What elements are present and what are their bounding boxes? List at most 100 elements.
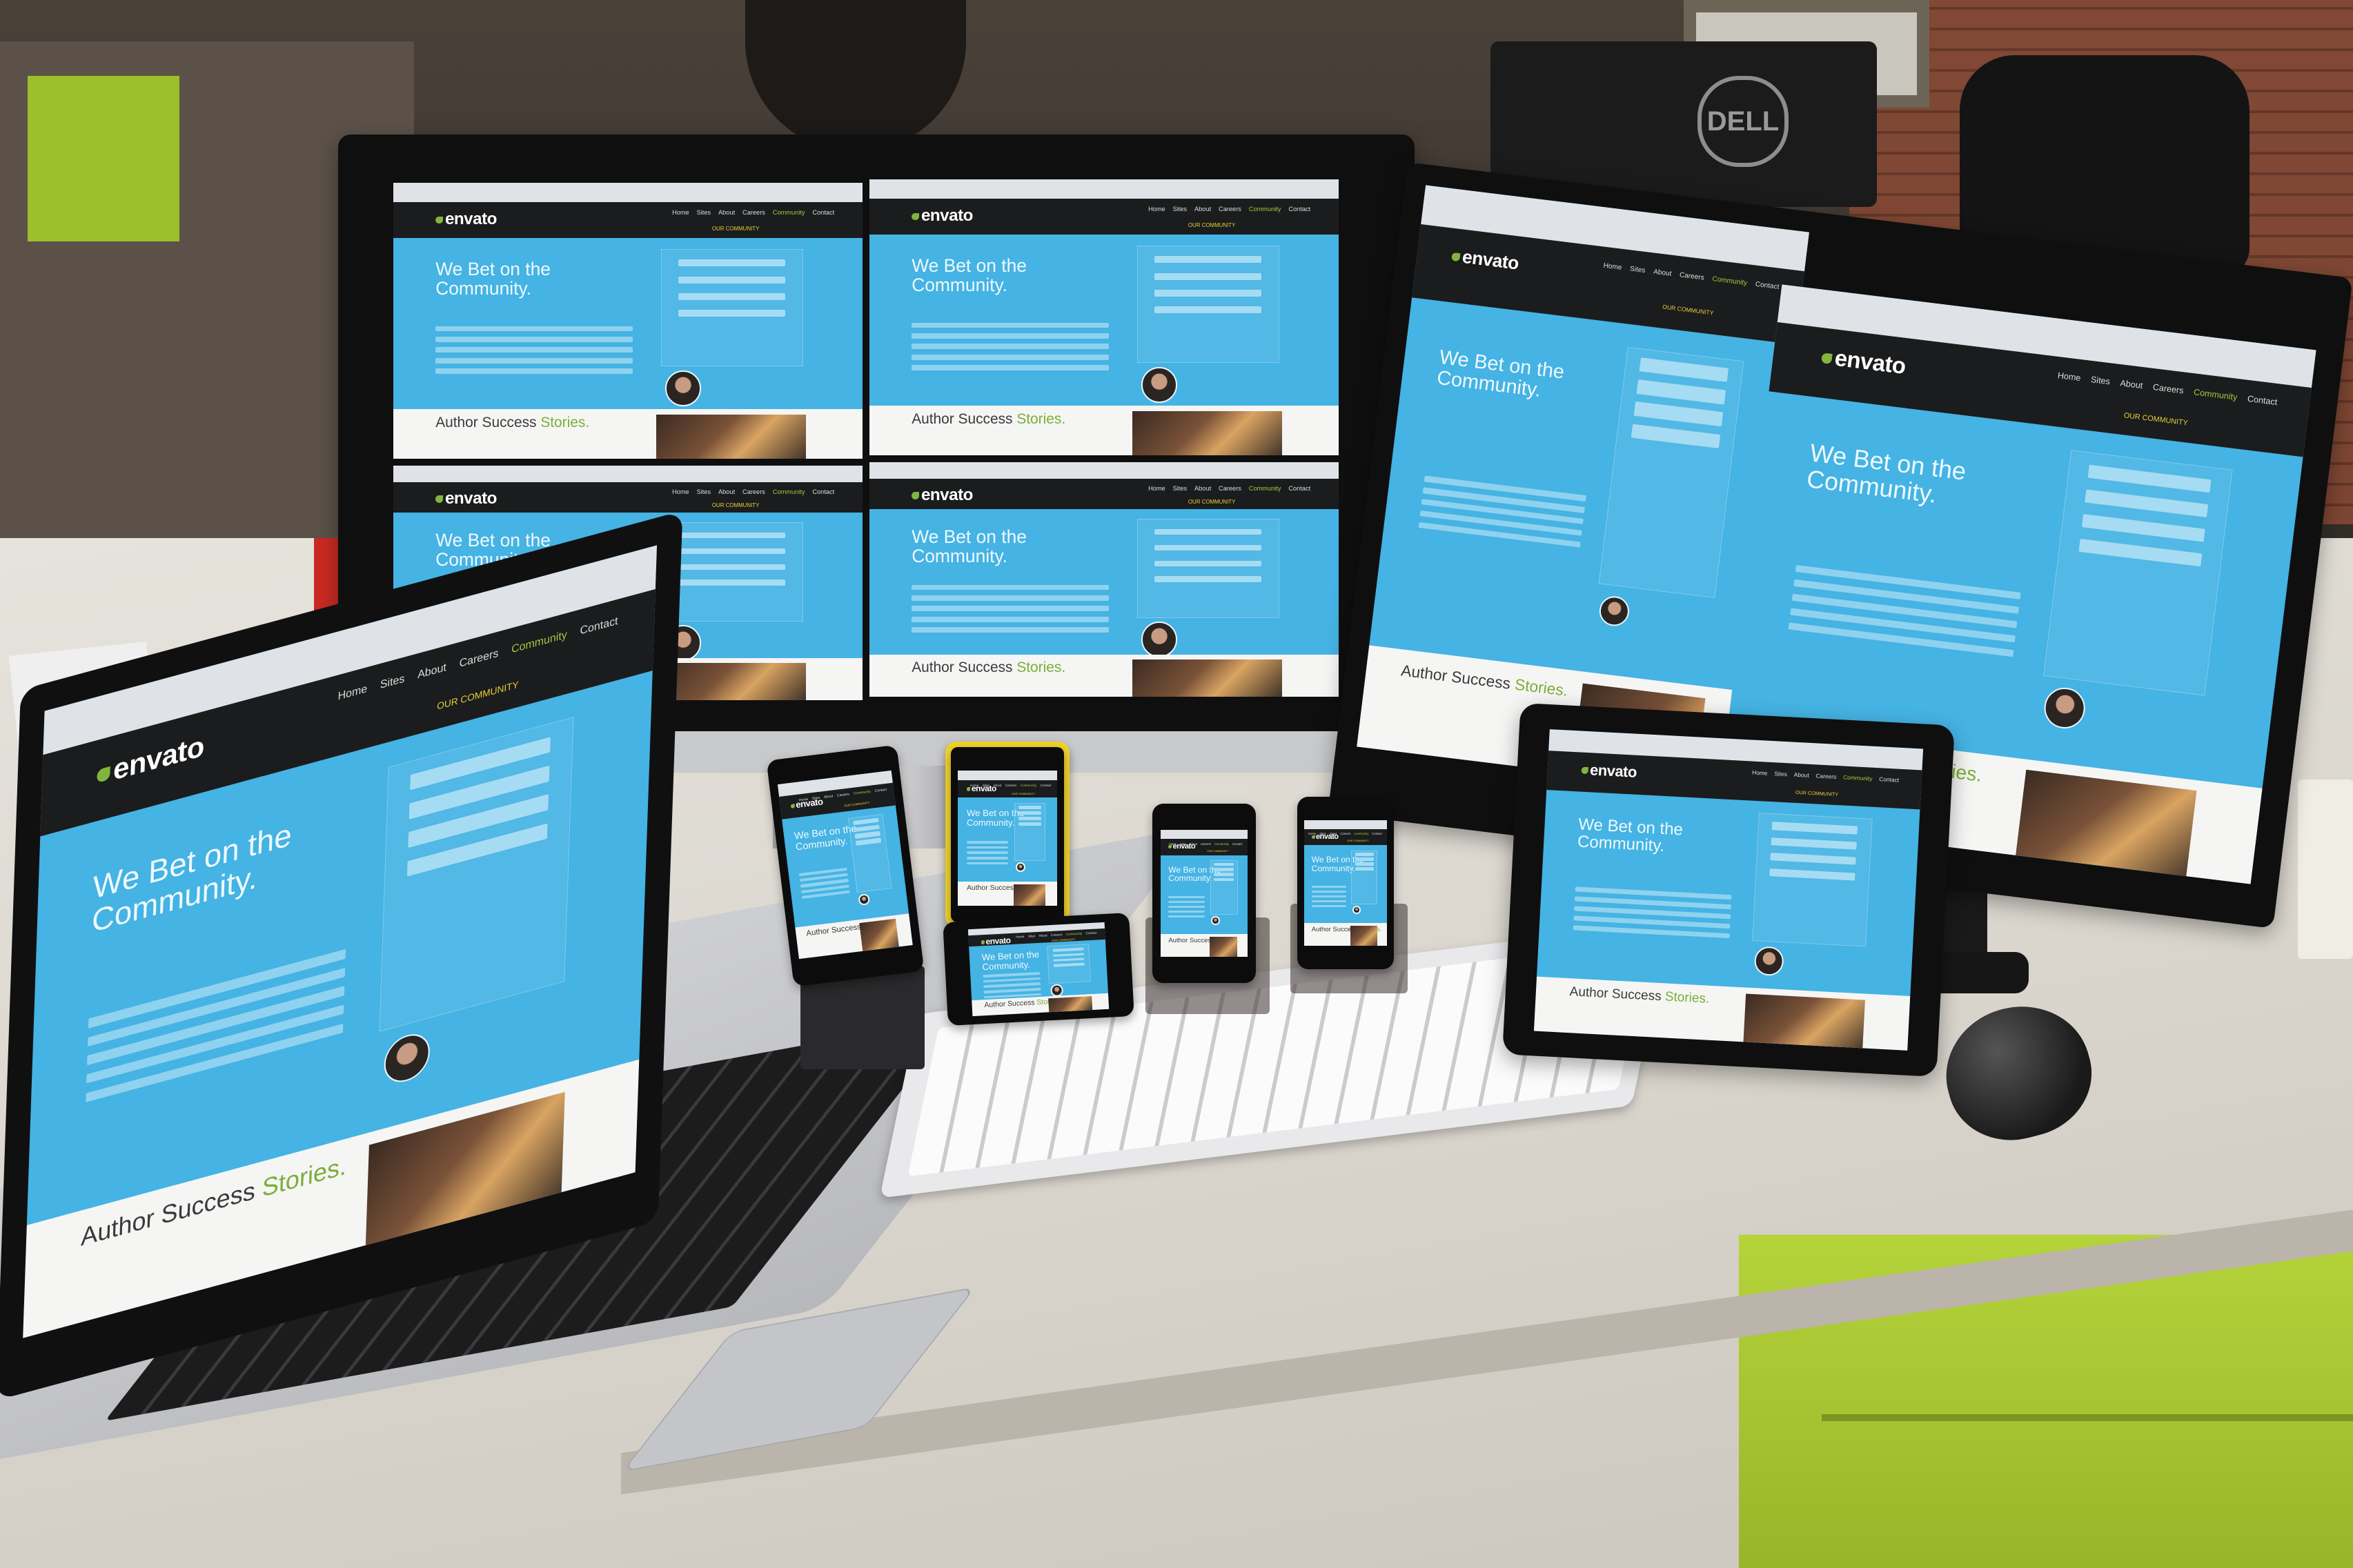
testimonial-quote — [847, 813, 892, 893]
subnav-our-community: OUR COMMUNITY — [1188, 498, 1236, 505]
site-nav: Home Sites About Careers Community Conta… — [1013, 931, 1097, 939]
hero-body-text — [1573, 882, 1733, 943]
website-screen: envato Home Sites About Careers Communit… — [1533, 729, 1924, 1051]
nav-item-home: Home — [337, 683, 368, 704]
nav-item-careers: Careers — [742, 488, 765, 495]
hero-body-text — [86, 940, 346, 1112]
nav-item-contact: Contact — [1085, 931, 1097, 935]
dell-logo: DELL — [1697, 76, 1789, 167]
avatar — [858, 893, 870, 906]
browser-chrome — [393, 183, 863, 203]
hero-heading: We Bet on the Community. — [912, 527, 1027, 566]
nav-item-about: About — [993, 783, 1002, 787]
nav-item-community: Community — [772, 209, 805, 217]
nav-item-sites: Sites — [1172, 206, 1188, 213]
nav-item-home: Home — [672, 209, 689, 217]
subnav-our-community: OUR COMMUNITY — [1795, 789, 1839, 798]
avatar — [1141, 622, 1177, 657]
avatar — [1597, 594, 1631, 628]
author-photo — [1132, 411, 1283, 455]
nav-item-contact: Contact — [812, 488, 835, 495]
windows-phone: envato Home Sites About Careers Communit… — [1297, 797, 1394, 969]
browser-chrome — [1304, 820, 1387, 830]
nav-item-community: Community — [853, 790, 872, 797]
nav-item-home: Home — [1603, 261, 1623, 272]
site-header: envato Home Sites About Careers Communit… — [958, 780, 1057, 798]
hero-body-text — [966, 838, 1009, 867]
testimonial-quote — [1136, 246, 1279, 363]
site-header: envato Home Sites About Careers Communit… — [869, 199, 1339, 235]
subnav-our-community: OUR COMMUNITY — [711, 502, 760, 508]
nav-item-about: About — [1194, 484, 1212, 492]
subnav-our-community: OUR COMMUNITY — [1207, 849, 1229, 853]
hero-heading: We Bet on the Community. — [1805, 439, 1967, 511]
subnav-our-community: OUR COMMUNITY — [711, 226, 760, 232]
envato-logo: envato — [1581, 761, 1637, 782]
avatar — [2042, 685, 2087, 731]
author-photo — [1013, 884, 1045, 906]
avatar — [1753, 945, 1785, 977]
nav-item-careers: Careers — [1201, 842, 1211, 846]
nav-item-careers: Careers — [742, 209, 765, 217]
nav-item-home: Home — [1148, 206, 1165, 213]
testimonial-quote — [1210, 860, 1238, 915]
hero-heading: We Bet on the Community. — [1436, 346, 1566, 403]
nav-item-home: Home — [1168, 842, 1176, 846]
nav-item-community: Community — [772, 488, 805, 495]
browser-chrome — [869, 179, 1339, 199]
nav-item-careers: Careers — [1340, 832, 1351, 836]
hero-heading: We Bet on the Community. — [1577, 815, 1683, 855]
author-photo — [2013, 769, 2197, 884]
site-nav: Home Sites About Careers Community Conta… — [1166, 842, 1243, 846]
envato-logo: envato — [981, 935, 1011, 946]
hero-body-text — [435, 321, 633, 379]
author-success-heading: Author Success Stories. — [912, 659, 1065, 676]
nav-item-sites: Sites — [696, 209, 711, 217]
nav-item-home: Home — [1751, 768, 1768, 777]
nav-item-careers: Careers — [459, 647, 499, 671]
testimonial-quote — [1752, 813, 1873, 947]
testimonial-quote — [660, 249, 803, 366]
nav-item-contact: Contact — [580, 615, 618, 638]
nav-item-sites: Sites — [1629, 265, 1646, 275]
testimonial-quote — [660, 522, 803, 622]
website-screen: envato Home Sites About Careers Communit… — [869, 462, 1339, 697]
drawer-handle — [1822, 1414, 2353, 1421]
nav-item-home: Home — [1016, 935, 1025, 939]
author-photo — [656, 415, 807, 459]
author-title-stories: Stories. — [1016, 659, 1066, 675]
nav-item-sites: Sites — [1172, 484, 1188, 492]
author-success-heading: Author Success Stories. — [435, 415, 589, 431]
hero-heading: We Bet on the Community. — [981, 949, 1040, 972]
site-nav: Home Sites About Careers Community Conta… — [967, 783, 1051, 787]
nav-item-community: Community — [1842, 773, 1873, 782]
hero-body-text — [983, 969, 1041, 1002]
hero-heading: We Bet on the Community. — [91, 817, 292, 940]
testimonial-quote — [379, 717, 574, 1032]
nav-item-sites: Sites — [2090, 374, 2111, 387]
testimonial-quote — [1014, 803, 1046, 862]
envato-logo: envato — [1820, 343, 1907, 379]
testimonial-quote — [1598, 346, 1744, 599]
nav-item-sites: Sites — [1027, 934, 1036, 938]
nav-item-community: Community — [1354, 832, 1369, 836]
hero-line-1: We Bet on the — [435, 259, 551, 279]
avatar — [1211, 916, 1220, 925]
testimonial-quote — [1136, 518, 1279, 619]
author-title: Author Success — [435, 415, 537, 430]
author-title-stories: Stories. — [540, 415, 590, 430]
author-title: Author Success — [966, 884, 1018, 892]
hero-body-text — [798, 864, 850, 902]
author-photo — [656, 662, 807, 700]
nav-item-sites: Sites — [1179, 842, 1187, 846]
nav-item-home: Home — [672, 488, 689, 495]
envato-logo: envato — [97, 729, 205, 792]
site-header: envato Home Sites About Careers Communit… — [393, 202, 863, 238]
nav-item-careers: Careers — [836, 793, 850, 799]
nav-item-about: About — [718, 209, 736, 217]
nav-item-sites: Sites — [380, 673, 405, 692]
hero-line-2: Community. — [912, 545, 1008, 566]
yellow-phone: envato Home Sites About Careers Communit… — [945, 742, 1070, 928]
nav-item-careers: Careers — [1219, 206, 1241, 213]
website-screen: envato Home Sites About Careers Communit… — [393, 183, 863, 459]
